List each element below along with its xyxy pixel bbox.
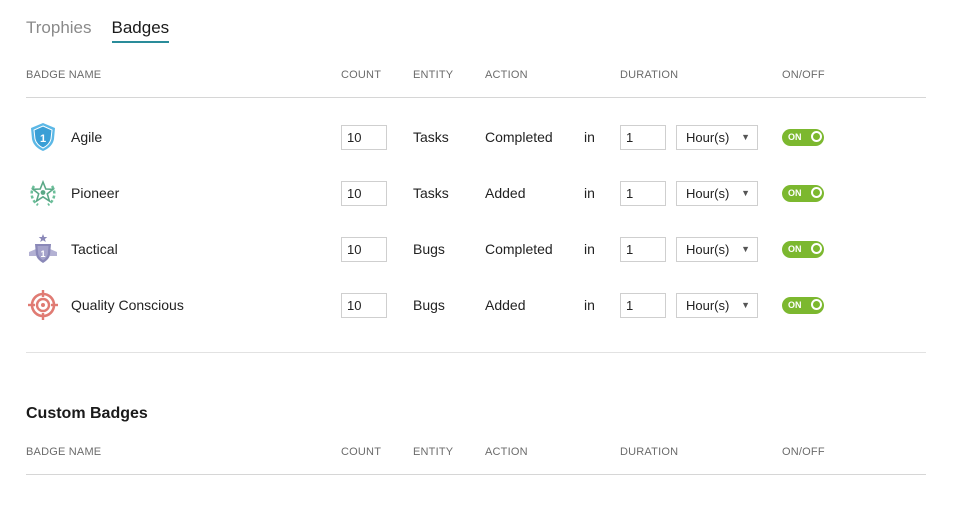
star-wreath-icon — [26, 173, 60, 213]
col-action: ACTION — [485, 69, 528, 81]
toggle-label: ON — [788, 132, 802, 142]
shield-ribbon-icon: 1 — [26, 229, 60, 269]
in-label: in — [584, 241, 595, 257]
entity-label: Tasks — [413, 129, 449, 145]
toggle-knob — [811, 130, 822, 142]
count-input[interactable] — [341, 292, 387, 318]
duration-input[interactable] — [620, 180, 666, 206]
toggle-knob — [811, 242, 822, 254]
entity-label: Bugs — [413, 241, 445, 257]
duration-unit-select[interactable]: Hour(s) ▼ — [676, 180, 758, 206]
on-off-toggle[interactable]: ON — [782, 184, 824, 202]
col-entity: ENTITY — [413, 69, 454, 81]
col-count: COUNT — [341, 446, 382, 458]
badge-name: Tactical — [71, 241, 118, 257]
col-count: COUNT — [341, 69, 382, 81]
in-label: in — [584, 297, 595, 313]
entity-label: Bugs — [413, 297, 445, 313]
tab-bar: Trophies Badges — [26, 18, 170, 43]
on-off-toggle[interactable]: ON — [782, 240, 824, 258]
tab-trophies[interactable]: Trophies — [26, 18, 92, 43]
badge-row: 1 Agile Tasks Completed in Hour(s) ▼ ON — [26, 117, 926, 157]
col-entity: ENTITY — [413, 446, 454, 458]
caret-down-icon: ▼ — [741, 300, 750, 310]
col-duration: DURATION — [620, 446, 679, 458]
action-label: Completed — [485, 241, 553, 257]
duration-unit-select[interactable]: Hour(s) ▼ — [676, 292, 758, 318]
caret-down-icon: ▼ — [741, 188, 750, 198]
duration-input[interactable] — [620, 292, 666, 318]
in-label: in — [584, 129, 595, 145]
duration-unit-select[interactable]: Hour(s) ▼ — [676, 124, 758, 150]
toggle-label: ON — [788, 188, 802, 198]
caret-down-icon: ▼ — [741, 244, 750, 254]
action-label: Added — [485, 297, 526, 313]
on-off-toggle[interactable]: ON — [782, 128, 824, 146]
badge-name: Pioneer — [71, 185, 120, 201]
on-off-toggle[interactable]: ON — [782, 296, 824, 314]
unit-value: Hour(s) — [686, 185, 730, 201]
svg-text:1: 1 — [40, 133, 46, 145]
action-label: Completed — [485, 129, 553, 145]
badge-row: 1 Tactical Bugs Completed in Hour(s) ▼ ON — [26, 229, 926, 269]
toggle-knob — [811, 298, 822, 310]
section-divider — [26, 352, 926, 353]
col-duration: DURATION — [620, 69, 679, 81]
badge-name: Quality Conscious — [71, 297, 184, 313]
count-input[interactable] — [341, 124, 387, 150]
unit-value: Hour(s) — [686, 241, 730, 257]
count-input[interactable] — [341, 236, 387, 262]
toggle-label: ON — [788, 244, 802, 254]
duration-input[interactable] — [620, 236, 666, 262]
col-badge-name: BADGE NAME — [26, 69, 102, 81]
badge-name: Agile — [71, 129, 103, 145]
toggle-knob — [811, 186, 822, 198]
in-label: in — [584, 185, 595, 201]
badge-row: Quality Conscious Bugs Added in Hour(s) ▼… — [26, 285, 926, 325]
unit-value: Hour(s) — [686, 129, 730, 145]
tab-badges[interactable]: Badges — [111, 18, 170, 43]
badges-table-header: BADGE NAME COUNT ENTITY ACTION DURATION … — [26, 69, 926, 98]
badge-row: Pioneer Tasks Added in Hour(s) ▼ ON — [26, 173, 926, 213]
duration-input[interactable] — [620, 124, 666, 150]
col-onoff: ON/OFF — [782, 446, 825, 458]
toggle-label: ON — [788, 300, 802, 310]
svg-text:1: 1 — [40, 249, 45, 259]
custom-badges-title: Custom Badges — [26, 405, 148, 422]
unit-value: Hour(s) — [686, 297, 730, 313]
shield-one-icon: 1 — [26, 117, 60, 157]
duration-unit-select[interactable]: Hour(s) ▼ — [676, 236, 758, 262]
entity-label: Tasks — [413, 185, 449, 201]
target-icon — [26, 285, 60, 325]
custom-badges-table-header: BADGE NAME COUNT ENTITY ACTION DURATION … — [26, 446, 926, 475]
action-label: Added — [485, 185, 526, 201]
caret-down-icon: ▼ — [741, 132, 750, 142]
col-action: ACTION — [485, 446, 528, 458]
col-onoff: ON/OFF — [782, 69, 825, 81]
count-input[interactable] — [341, 180, 387, 206]
col-badge-name: BADGE NAME — [26, 446, 102, 458]
